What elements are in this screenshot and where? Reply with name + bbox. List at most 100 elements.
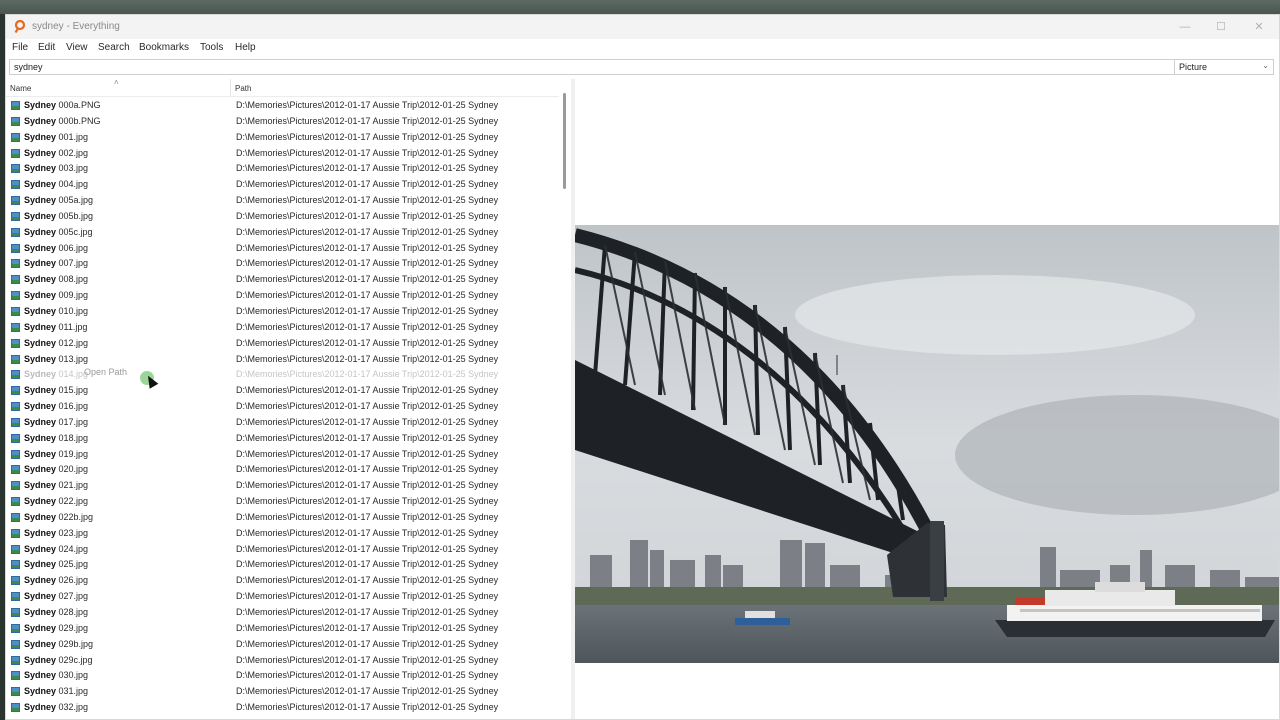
file-name-suffix: 008.jpg <box>56 274 89 285</box>
table-row[interactable]: Sydney 022b.jpg D:\Memories\Pictures\2012… <box>6 510 559 526</box>
file-path: D:\Memories\Pictures\2012-01-17 Aussie T… <box>236 305 499 316</box>
menu-bookmarks[interactable]: Bookmarks <box>139 42 189 53</box>
preview-pane <box>575 79 1279 719</box>
table-row[interactable]: Sydney 029c.jpg D:\Memories\Pictures\2012… <box>6 653 559 669</box>
file-name-suffix: 017.jpg <box>56 416 89 427</box>
column-divider[interactable] <box>230 79 231 96</box>
table-row[interactable]: Sydney 000b.PNG D:\Memories\Pictures\2012… <box>6 114 559 130</box>
file-name-suffix: 001.jpg <box>56 131 89 142</box>
menu-search[interactable]: Search <box>98 42 130 53</box>
menu-edit[interactable]: Edit <box>38 42 55 53</box>
table-row[interactable]: Sydney 031.jpg D:\Memories\Pictures\2012-… <box>6 684 559 700</box>
file-path: D:\Memories\Pictures\2012-01-17 Aussie T… <box>236 638 499 649</box>
file-name-suffix: 029b.jpg <box>56 638 94 649</box>
image-file-icon <box>11 101 20 110</box>
search-match-highlight: Sydney <box>24 369 57 380</box>
file-path: D:\Memories\Pictures\2012-01-17 Aussie T… <box>236 401 499 412</box>
file-path: D:\Memories\Pictures\2012-01-17 Aussie T… <box>236 448 499 459</box>
table-row[interactable]: Sydney 032.jpg D:\Memories\Pictures\2012-… <box>6 700 559 716</box>
table-row[interactable]: Sydney 011.jpg D:\Memories\Pictures\2012-… <box>6 320 559 336</box>
name-column-header[interactable]: Name <box>10 84 31 93</box>
image-file-icon <box>11 164 20 174</box>
search-match-highlight: Sydney <box>24 353 57 364</box>
table-row[interactable]: Sydney 005b.jpg D:\Memories\Pictures\2012… <box>6 209 559 225</box>
menu-view[interactable]: View <box>66 42 88 53</box>
table-row[interactable]: Sydney 000a.PNG D:\Memories\Pictures\2012… <box>6 98 559 114</box>
file-name-suffix: 000b.PNG <box>56 115 101 126</box>
image-file-icon <box>11 306 20 316</box>
close-button[interactable]: ✕ <box>1244 18 1274 36</box>
table-row[interactable]: Sydney 014.jpg D:\Memories\Pictures\2012-… <box>6 367 559 383</box>
search-input[interactable] <box>9 59 1179 75</box>
table-row[interactable]: Sydney 024.jpg D:\Memories\Pictures\2012-… <box>6 542 559 558</box>
table-row[interactable]: Sydney 013.jpg D:\Memories\Pictures\2012-… <box>6 352 559 368</box>
table-row[interactable]: Sydney 022.jpg D:\Memories\Pictures\2012-… <box>6 494 559 510</box>
table-row[interactable]: Sydney 017.jpg D:\Memories\Pictures\2012-… <box>6 415 559 431</box>
table-row[interactable]: Sydney 005a.jpg D:\Memories\Pictures\2012… <box>6 193 559 209</box>
file-path: D:\Memories\Pictures\2012-01-17 Aussie T… <box>236 480 499 491</box>
table-row[interactable]: Sydney 004.jpg D:\Memories\Pictures\2012-… <box>6 177 559 193</box>
magnifier-app-icon <box>14 20 26 33</box>
file-path: D:\Memories\Pictures\2012-01-17 Aussie T… <box>236 100 499 110</box>
file-path: D:\Memories\Pictures\2012-01-17 Aussie T… <box>236 147 499 158</box>
results-scrollbar[interactable] <box>559 79 571 719</box>
file-name: Sydney 007.jpg <box>24 258 88 268</box>
search-match-highlight: Sydney <box>24 654 57 665</box>
table-row[interactable]: Sydney 030.jpg D:\Memories\Pictures\2012-… <box>6 668 559 684</box>
file-name: Sydney 025.jpg <box>24 559 88 569</box>
maximize-button[interactable]: ☐ <box>1206 18 1236 36</box>
table-row[interactable]: Sydney 015.jpg D:\Memories\Pictures\2012-… <box>6 383 559 399</box>
image-file-icon <box>11 623 20 633</box>
table-row[interactable]: Sydney 010.jpg D:\Memories\Pictures\2012-… <box>6 304 559 320</box>
table-row[interactable]: Sydney 027.jpg D:\Memories\Pictures\2012-… <box>6 589 559 605</box>
file-name-suffix: 025.jpg <box>56 559 89 570</box>
file-name-suffix: 022b.jpg <box>56 511 94 522</box>
table-row[interactable]: Sydney 009.jpg D:\Memories\Pictures\2012-… <box>6 288 559 304</box>
table-row[interactable]: Sydney 012.jpg D:\Memories\Pictures\2012-… <box>6 336 559 352</box>
table-row[interactable]: Sydney 018.jpg D:\Memories\Pictures\2012-… <box>6 431 559 447</box>
file-path: D:\Memories\Pictures\2012-01-17 Aussie T… <box>236 686 499 697</box>
table-row[interactable]: Sydney 026.jpg D:\Memories\Pictures\2012-… <box>6 573 559 589</box>
image-file-icon <box>11 639 20 649</box>
table-row[interactable]: Sydney 016.jpg D:\Memories\Pictures\2012-… <box>6 399 559 415</box>
table-row[interactable]: Sydney 025.jpg D:\Memories\Pictures\2012-… <box>6 557 559 573</box>
search-match-highlight: Sydney <box>24 210 57 221</box>
table-row[interactable]: Sydney 006.jpg D:\Memories\Pictures\2012-… <box>6 241 559 257</box>
file-name-suffix: 030.jpg <box>56 670 89 681</box>
result-rows: Sydney 000a.PNG D:\Memories\Pictures\2012… <box>6 98 559 716</box>
table-row[interactable]: Sydney 020.jpg D:\Memories\Pictures\2012-… <box>6 462 559 478</box>
path-column-header[interactable]: Path <box>235 84 251 93</box>
table-row[interactable]: Sydney 005c.jpg D:\Memories\Pictures\2012… <box>6 225 559 241</box>
table-row[interactable]: Sydney 023.jpg D:\Memories\Pictures\2012-… <box>6 526 559 542</box>
file-name: Sydney 024.jpg <box>24 544 88 554</box>
menu-file[interactable]: File <box>12 42 28 53</box>
table-row[interactable]: Sydney 021.jpg D:\Memories\Pictures\2012-… <box>6 478 559 494</box>
table-row[interactable]: Sydney 019.jpg D:\Memories\Pictures\2012-… <box>6 447 559 463</box>
file-path: D:\Memories\Pictures\2012-01-17 Aussie T… <box>236 369 499 380</box>
table-row[interactable]: Sydney 008.jpg D:\Memories\Pictures\2012-… <box>6 272 559 288</box>
file-name: Sydney 005a.jpg <box>24 195 93 205</box>
table-row[interactable]: Sydney 003.jpg D:\Memories\Pictures\2012-… <box>6 161 559 177</box>
search-match-highlight: Sydney <box>24 575 57 586</box>
menu-tools[interactable]: Tools <box>200 42 223 53</box>
scrollbar-thumb[interactable] <box>563 93 566 189</box>
table-row[interactable]: Sydney 028.jpg D:\Memories\Pictures\2012-… <box>6 605 559 621</box>
minimize-button[interactable]: — <box>1170 18 1200 36</box>
file-path: D:\Memories\Pictures\2012-01-17 Aussie T… <box>236 210 499 221</box>
file-name-suffix: 005c.jpg <box>56 226 93 237</box>
image-file-icon <box>11 687 20 697</box>
image-file-icon <box>11 512 20 522</box>
table-row[interactable]: Sydney 007.jpg D:\Memories\Pictures\2012-… <box>6 256 559 272</box>
filter-dropdown[interactable]: Picture ⌄ <box>1174 59 1274 75</box>
table-row[interactable]: Sydney 029b.jpg D:\Memories\Pictures\2012… <box>6 637 559 653</box>
menu-help[interactable]: Help <box>235 42 256 53</box>
file-name: Sydney 031.jpg <box>24 686 88 696</box>
table-row[interactable]: Sydney 001.jpg D:\Memories\Pictures\2012-… <box>6 130 559 146</box>
table-row[interactable]: Sydney 002.jpg D:\Memories\Pictures\2012-… <box>6 146 559 162</box>
search-row: Picture ⌄ <box>6 58 1279 78</box>
file-name: Sydney 017.jpg <box>24 417 88 427</box>
title-bar: sydney - Everything — ☐ ✕ <box>6 15 1279 39</box>
results-list[interactable]: ˄ Name Path Sydney 000a.PNG D:\Memories\P… <box>6 79 559 719</box>
table-row[interactable]: Sydney 029.jpg D:\Memories\Pictures\2012-… <box>6 621 559 637</box>
search-match-highlight: Sydney <box>24 385 57 396</box>
